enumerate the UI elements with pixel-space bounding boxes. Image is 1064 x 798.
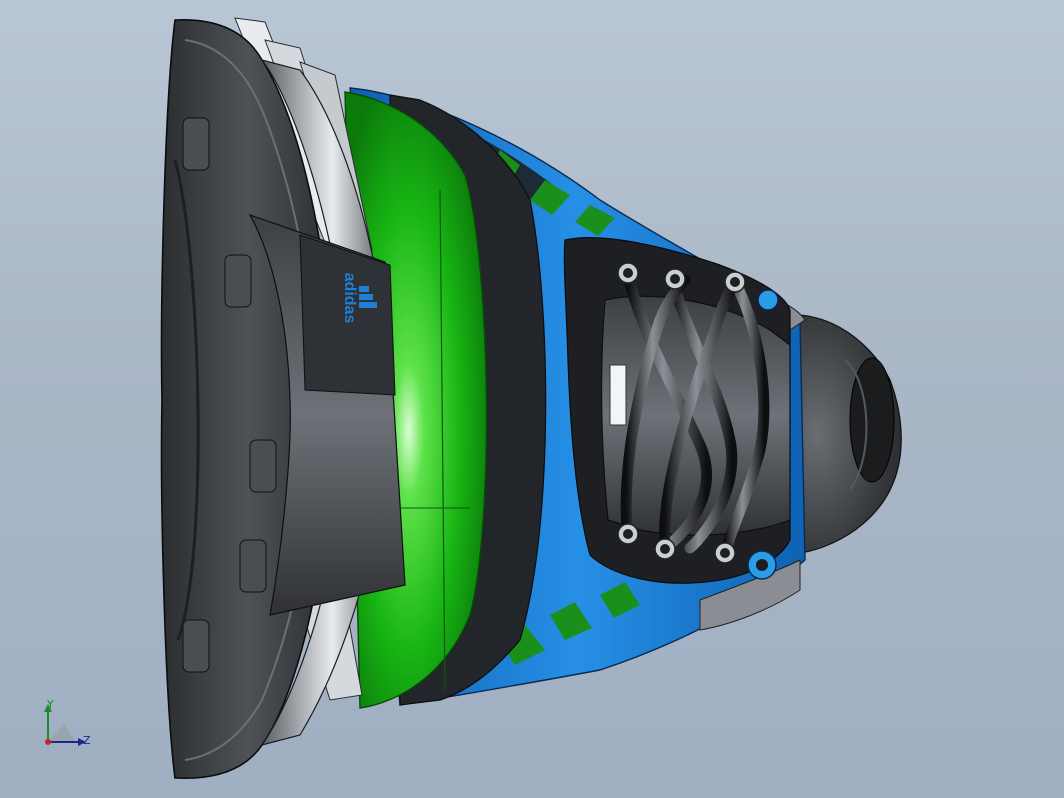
graphics-viewport[interactable]: adidas Y Z <box>0 0 1064 798</box>
shoe-3d-model[interactable]: adidas <box>0 0 1064 798</box>
lace-area[interactable] <box>563 237 791 584</box>
triad-y-label: Y <box>47 698 54 711</box>
triad-z-label: Z <box>83 734 91 747</box>
coordinate-triad: Y Z <box>36 698 106 758</box>
tongue-label <box>609 364 627 426</box>
svg-text:adidas: adidas <box>341 273 358 324</box>
